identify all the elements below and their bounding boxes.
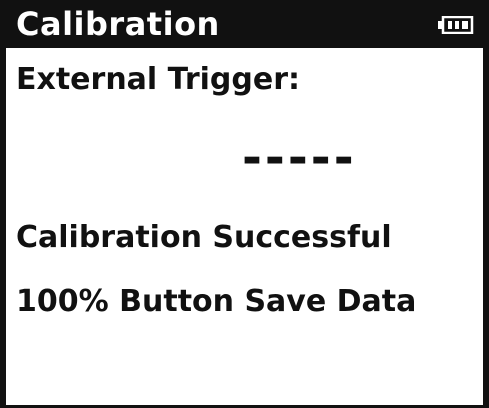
external-trigger-value: ----- — [242, 130, 357, 186]
battery-icon — [438, 15, 474, 35]
calibration-status: Calibration Successful — [16, 220, 392, 255]
page-title: Calibration — [16, 5, 220, 43]
device-screen: Calibration External Trigger: ----- Cali… — [0, 0, 489, 408]
title-bar: Calibration — [6, 0, 489, 48]
external-trigger-label: External Trigger: — [16, 62, 300, 97]
save-data-hint: 100% Button Save Data — [16, 284, 417, 319]
